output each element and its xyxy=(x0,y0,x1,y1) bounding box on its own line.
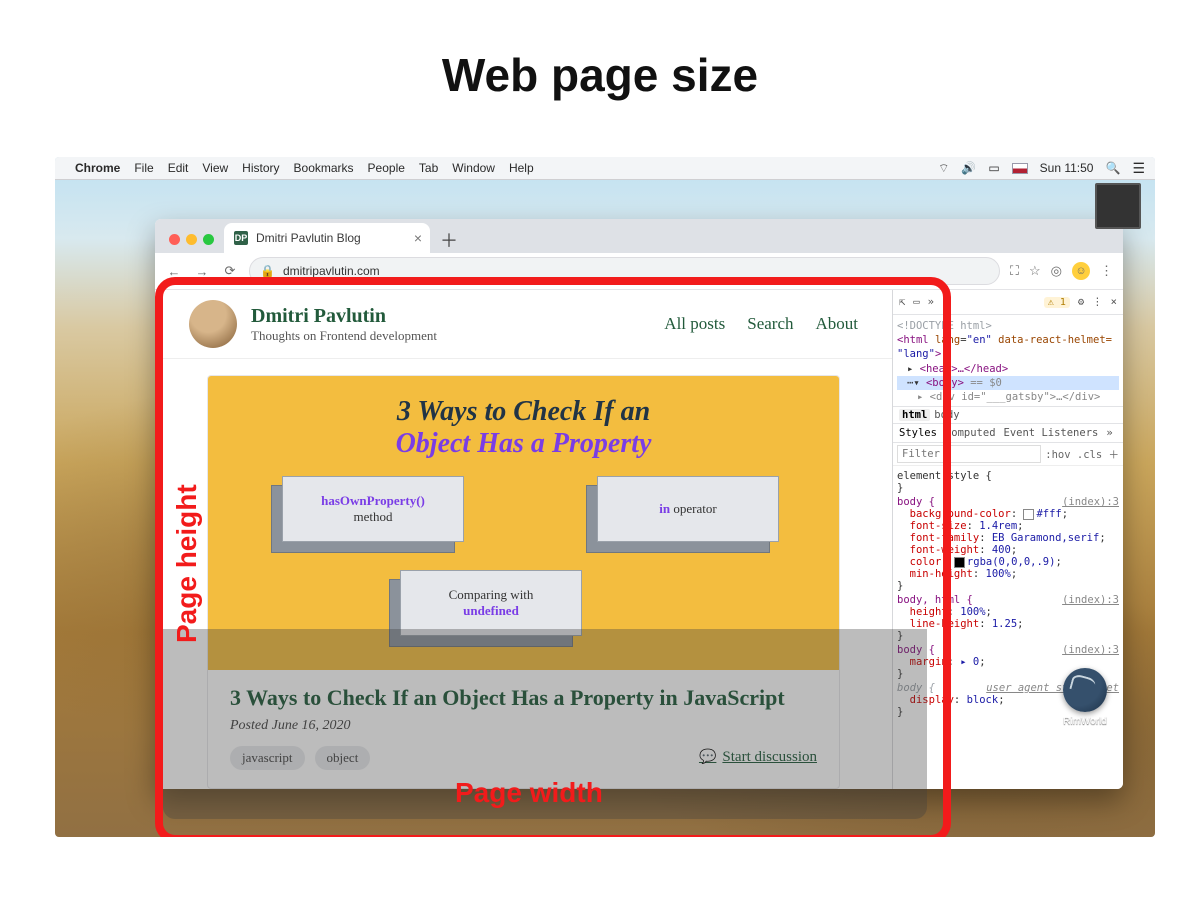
control-center-icon[interactable]: ☰ xyxy=(1132,160,1145,177)
menubar-item[interactable]: View xyxy=(202,161,228,175)
menubar-app[interactable]: Chrome xyxy=(75,161,120,175)
article-date: Posted June 16, 2020 xyxy=(230,718,817,734)
tag-javascript[interactable]: javascript xyxy=(230,746,305,770)
hero-tile-hasownproperty: hasOwnProperty() method xyxy=(282,476,464,542)
menubar-item[interactable]: Window xyxy=(452,161,495,175)
hero-tile-in-operator: in operator xyxy=(597,476,779,542)
menubar-item[interactable]: Tab xyxy=(419,161,438,175)
window-zoom-icon[interactable] xyxy=(203,234,214,245)
article-hero: 3 Ways to Check If an Object Has a Prope… xyxy=(208,376,839,670)
hero-line2: Object Has a Property xyxy=(396,428,652,459)
tile-bottom: undefined xyxy=(463,603,519,619)
start-discussion-link[interactable]: 💬 Start discussion xyxy=(699,749,817,766)
profile-avatar-icon[interactable]: ☺ xyxy=(1072,262,1090,280)
site-title: Dmitri Pavlutin xyxy=(251,305,437,328)
browser-tab[interactable]: DP Dmitri Pavlutin Blog × xyxy=(224,223,430,253)
menubar-clock[interactable]: Sun 11:50 xyxy=(1040,161,1094,175)
screenshot-frame: Chrome File Edit View History Bookmarks … xyxy=(55,157,1155,837)
tile-bottom: operator xyxy=(670,501,717,516)
nav-back-button[interactable]: ← xyxy=(165,264,183,279)
lock-icon: 🔒 xyxy=(260,264,275,278)
chrome-window: DP Dmitri Pavlutin Blog × ＋ ← → ⟳ 🔒 dmit… xyxy=(155,219,1123,789)
extension-icon[interactable]: ◎ xyxy=(1051,263,1062,279)
nav-reload-button[interactable]: ⟳ xyxy=(221,263,239,279)
hero-heading: 3 Ways to Check If an Object Has a Prope… xyxy=(230,396,817,460)
nav-search[interactable]: Search xyxy=(747,314,793,334)
site-tagline: Thoughts on Frontend development xyxy=(251,328,437,344)
menubar-item[interactable]: File xyxy=(134,161,153,175)
tab-overflow-icon[interactable]: » xyxy=(1106,427,1112,439)
devtools-warning-badge[interactable]: ⚠ 1 xyxy=(1044,297,1070,308)
desktop-user-avatar xyxy=(1095,183,1141,229)
tab-styles[interactable]: Styles xyxy=(899,427,937,439)
devtools-settings-icon[interactable]: ⚙ xyxy=(1078,296,1084,308)
webpage-viewport: Dmitri Pavlutin Thoughts on Frontend dev… xyxy=(155,290,892,789)
elements-doctype: <!DOCTYPE html> xyxy=(897,319,1119,333)
annotation-page-height-label: Page height xyxy=(171,484,203,643)
hero-line1: 3 Ways to Check If an xyxy=(397,396,650,427)
hero-tile-undefined: Comparing with undefined xyxy=(400,570,582,636)
tile-top: Comparing with xyxy=(449,587,534,603)
nav-forward-button[interactable]: → xyxy=(193,264,211,279)
nav-all-posts[interactable]: All posts xyxy=(664,314,725,334)
elements-tree[interactable]: <!DOCTYPE html> <html lang="en" data-rea… xyxy=(893,315,1123,406)
window-close-icon[interactable] xyxy=(169,234,180,245)
spotlight-search-icon[interactable]: 🔍 xyxy=(1105,161,1120,175)
article-title[interactable]: 3 Ways to Check If an Object Has a Prope… xyxy=(230,684,817,712)
nav-about[interactable]: About xyxy=(816,314,859,334)
tab-event-listeners[interactable]: Event Listeners xyxy=(1004,427,1099,439)
desktop-app-label: RimWorld xyxy=(1055,716,1115,727)
styles-tabs: Styles Computed Event Listeners » xyxy=(893,424,1123,443)
tab-favicon-icon: DP xyxy=(234,231,248,245)
styles-filter-input[interactable] xyxy=(897,445,1041,463)
tab-computed[interactable]: Computed xyxy=(945,427,996,439)
diagram-title: Web page size xyxy=(0,48,1200,102)
tab-close-icon[interactable]: × xyxy=(414,230,422,246)
menubar-item[interactable]: People xyxy=(368,161,405,175)
new-tab-button[interactable]: ＋ xyxy=(436,227,462,253)
devtools-close-icon[interactable]: × xyxy=(1111,296,1117,308)
menubar-item[interactable]: Bookmarks xyxy=(294,161,354,175)
volume-icon[interactable]: 🔊 xyxy=(961,161,976,175)
chrome-tabstrip: DP Dmitri Pavlutin Blog × ＋ xyxy=(155,219,1123,253)
cast-icon[interactable]: ⛶ xyxy=(1010,263,1019,279)
window-minimize-icon[interactable] xyxy=(186,234,197,245)
input-source-flag-icon[interactable] xyxy=(1012,163,1028,174)
tag-object[interactable]: object xyxy=(315,746,371,770)
devtools-device-icon[interactable]: ▭ xyxy=(913,296,919,308)
styles-filter-toggles[interactable]: :hov .cls ＋ xyxy=(1045,447,1119,462)
macos-menubar: Chrome File Edit View History Bookmarks … xyxy=(55,157,1155,180)
tile-bottom: method xyxy=(354,509,393,525)
author-avatar xyxy=(189,300,237,348)
chrome-toolbar: ← → ⟳ 🔒 dmitripavlutin.com ⛶ ☆ ◎ ☺ ⋮ xyxy=(155,253,1123,290)
menubar-item[interactable]: Help xyxy=(509,161,534,175)
desktop-app-rimworld[interactable]: RimWorld xyxy=(1055,668,1115,727)
elements-selected-body[interactable]: ⋯▾ <body> == $0 xyxy=(897,376,1119,390)
elements-breadcrumb[interactable]: htmlbody xyxy=(893,406,1123,424)
annotation-page-width-label: Page width xyxy=(455,777,603,809)
article-card[interactable]: 3 Ways to Check If an Object Has a Prope… xyxy=(207,375,840,789)
address-bar[interactable]: 🔒 dmitripavlutin.com xyxy=(249,257,1000,285)
menubar-item[interactable]: History xyxy=(242,161,279,175)
bookmark-star-icon[interactable]: ☆ xyxy=(1029,263,1041,279)
tab-title: Dmitri Pavlutin Blog xyxy=(256,231,361,245)
chrome-menu-icon[interactable]: ⋮ xyxy=(1100,263,1113,279)
devtools-more-tabs-icon[interactable]: » xyxy=(928,296,934,308)
site-header: Dmitri Pavlutin Thoughts on Frontend dev… xyxy=(155,290,892,359)
window-traffic-lights xyxy=(161,234,224,253)
tile-top: hasOwnProperty() xyxy=(321,493,425,509)
battery-icon[interactable]: ▭ xyxy=(988,161,999,175)
menubar-item[interactable]: Edit xyxy=(168,161,189,175)
wifi-icon[interactable]: ⌔ xyxy=(938,161,949,176)
tile-top: in xyxy=(659,501,670,516)
rimworld-icon xyxy=(1063,668,1107,712)
devtools-inspect-icon[interactable]: ⇱ xyxy=(899,296,905,308)
devtools-menu-icon[interactable]: ⋮ xyxy=(1092,296,1103,308)
url-text: dmitripavlutin.com xyxy=(283,264,380,278)
comment-icon: 💬 xyxy=(699,749,716,766)
